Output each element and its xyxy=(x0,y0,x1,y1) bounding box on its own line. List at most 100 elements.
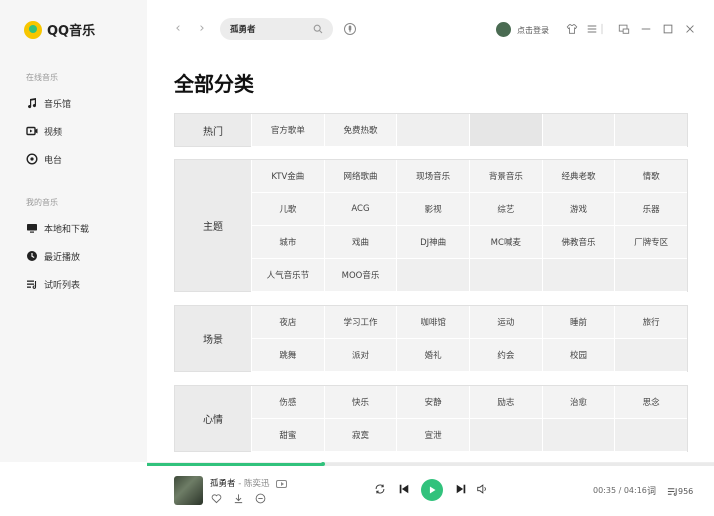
category-cell[interactable]: 免费热歌 xyxy=(323,114,397,147)
category-cell[interactable]: 背景音乐 xyxy=(468,160,542,193)
group-label: 心情 xyxy=(203,415,223,426)
volume-icon[interactable] xyxy=(475,482,489,496)
like-icon[interactable] xyxy=(210,492,222,504)
category-cell[interactable]: KTV金曲 xyxy=(251,160,324,193)
category-group-theme: 主题 KTV金曲 网络歌曲 现场音乐 背景音乐 经典老歌 情歌 儿歌 ACG 影… xyxy=(174,159,688,292)
group-label: 主题 xyxy=(203,222,223,233)
sidebar-item-recent[interactable]: 最近播放 xyxy=(26,248,80,264)
close-icon[interactable] xyxy=(683,22,697,36)
category-grid: 官方歌单 免费热歌 xyxy=(251,114,687,147)
mv-icon[interactable] xyxy=(276,479,288,488)
category-cell[interactable]: 派对 xyxy=(323,339,397,372)
category-cell[interactable]: 宣泄 xyxy=(396,419,469,452)
category-cell[interactable]: 运动 xyxy=(468,306,542,339)
sidebar-item-radio[interactable]: 电台 xyxy=(26,151,62,167)
album-cover[interactable] xyxy=(174,476,203,505)
category-cell-empty xyxy=(396,114,469,147)
category-group-mood: 心情 伤感 快乐 安静 励志 治愈 思念 甜蜜 寂寞 宣泄 xyxy=(174,385,688,452)
page-title: 全部分类 xyxy=(174,72,254,96)
category-grid: 夜店 学习工作 咖啡馆 运动 睡前 旅行 跳舞 派对 婚礼 约会 校园 xyxy=(251,306,687,372)
search-box[interactable] xyxy=(220,18,333,40)
category-cell[interactable]: 网络歌曲 xyxy=(323,160,397,193)
song-title[interactable]: 孤勇者 xyxy=(210,479,236,489)
sidebar-item-music-hall[interactable]: 音乐馆 xyxy=(26,95,71,111)
category-cell[interactable]: 城市 xyxy=(251,226,324,259)
category-cell[interactable]: 综艺 xyxy=(468,193,542,226)
minimize-icon[interactable] xyxy=(639,22,653,36)
back-button[interactable]: ‹ xyxy=(171,22,185,36)
category-cell[interactable]: 婚礼 xyxy=(396,339,469,372)
category-cell[interactable]: 旅行 xyxy=(614,306,687,339)
playlist-count: 956 xyxy=(678,487,694,496)
search-input[interactable] xyxy=(230,24,312,34)
song-artist[interactable]: 陈奕迅 xyxy=(244,479,270,489)
play-button[interactable] xyxy=(421,479,443,501)
category-cell[interactable]: 经典老歌 xyxy=(541,160,615,193)
category-cell[interactable]: 咖啡馆 xyxy=(396,306,469,339)
category-cell[interactable]: 游戏 xyxy=(541,193,615,226)
playlist-button[interactable]: 956 xyxy=(667,486,693,497)
category-cell-empty xyxy=(541,419,615,452)
category-cell[interactable]: 思念 xyxy=(614,386,687,419)
user-avatar[interactable] xyxy=(496,22,511,37)
sidebar: QQ音乐 在线音乐 音乐馆 视频 电台 我的音乐 本地和下载 最近播放 试听列表 xyxy=(0,0,147,462)
category-cell[interactable]: 治愈 xyxy=(541,386,615,419)
title-separator: - xyxy=(235,479,244,489)
category-cell[interactable]: 寂寞 xyxy=(323,419,397,452)
music-note-icon xyxy=(26,97,38,109)
sidebar-item-trial-list[interactable]: 试听列表 xyxy=(26,276,80,292)
category-cell[interactable]: DJ神曲 xyxy=(396,226,469,259)
more-icon[interactable] xyxy=(254,492,266,504)
category-cell[interactable]: 夜店 xyxy=(251,306,324,339)
qq-music-window: QQ音乐 在线音乐 音乐馆 视频 电台 我的音乐 本地和下载 最近播放 试听列表… xyxy=(0,0,714,516)
category-cell[interactable]: 儿歌 xyxy=(251,193,324,226)
category-cell[interactable]: 乐器 xyxy=(614,193,687,226)
sidebar-item-video[interactable]: 视频 xyxy=(26,123,62,139)
sidebar-item-local-download[interactable]: 本地和下载 xyxy=(26,220,89,236)
menu-icon[interactable] xyxy=(585,22,599,36)
forward-button[interactable]: › xyxy=(195,22,209,36)
category-cell[interactable]: 快乐 xyxy=(323,386,397,419)
category-cell[interactable]: 影视 xyxy=(396,193,469,226)
qq-music-logo-icon xyxy=(24,20,42,39)
category-cell[interactable]: MOO音乐 xyxy=(323,259,397,292)
category-cell-empty xyxy=(614,419,687,452)
category-cell[interactable]: 伤感 xyxy=(251,386,324,419)
lyrics-button[interactable]: 词 xyxy=(647,484,656,497)
radio-icon xyxy=(26,153,38,165)
category-cell[interactable]: 跳舞 xyxy=(251,339,324,372)
maximize-icon[interactable] xyxy=(661,22,675,36)
previous-icon[interactable] xyxy=(397,482,411,496)
category-cell[interactable]: 安静 xyxy=(396,386,469,419)
download-icon[interactable] xyxy=(232,492,244,504)
category-cell[interactable]: 校园 xyxy=(541,339,615,372)
progress-handle[interactable] xyxy=(321,462,325,466)
category-cell[interactable]: 情歌 xyxy=(614,160,687,193)
category-cell[interactable]: 官方歌单 xyxy=(251,114,324,147)
skin-icon[interactable] xyxy=(565,22,579,36)
category-cell[interactable]: 励志 xyxy=(468,386,542,419)
login-link[interactable]: 点击登录 xyxy=(517,25,549,36)
category-cell-empty xyxy=(468,114,542,147)
category-cell[interactable]: 厂牌专区 xyxy=(614,226,687,259)
category-cell[interactable]: MC喊麦 xyxy=(468,226,542,259)
category-cell[interactable]: 现场音乐 xyxy=(396,160,469,193)
next-icon[interactable] xyxy=(454,482,468,496)
category-cell-empty xyxy=(541,259,615,292)
category-cell[interactable]: 甜蜜 xyxy=(251,419,324,452)
category-cell[interactable]: ACG xyxy=(323,193,397,226)
play-mode-icon[interactable] xyxy=(373,482,387,496)
divider xyxy=(599,22,605,36)
playback-time: 00:35 / 04:16 xyxy=(593,486,647,495)
category-cell[interactable]: 佛教音乐 xyxy=(541,226,615,259)
category-cell[interactable]: 学习工作 xyxy=(323,306,397,339)
category-cell[interactable]: 戏曲 xyxy=(323,226,397,259)
category-cell[interactable]: 睡前 xyxy=(541,306,615,339)
app-logo[interactable]: QQ音乐 xyxy=(24,20,95,39)
mini-mode-icon[interactable] xyxy=(617,22,631,36)
search-icon[interactable] xyxy=(313,24,323,34)
category-cell[interactable]: 约会 xyxy=(468,339,542,372)
top-bar: ‹ › 点击登录 xyxy=(147,0,714,60)
category-cell[interactable]: 人气音乐节 xyxy=(251,259,324,292)
voice-search-icon[interactable] xyxy=(343,22,357,36)
